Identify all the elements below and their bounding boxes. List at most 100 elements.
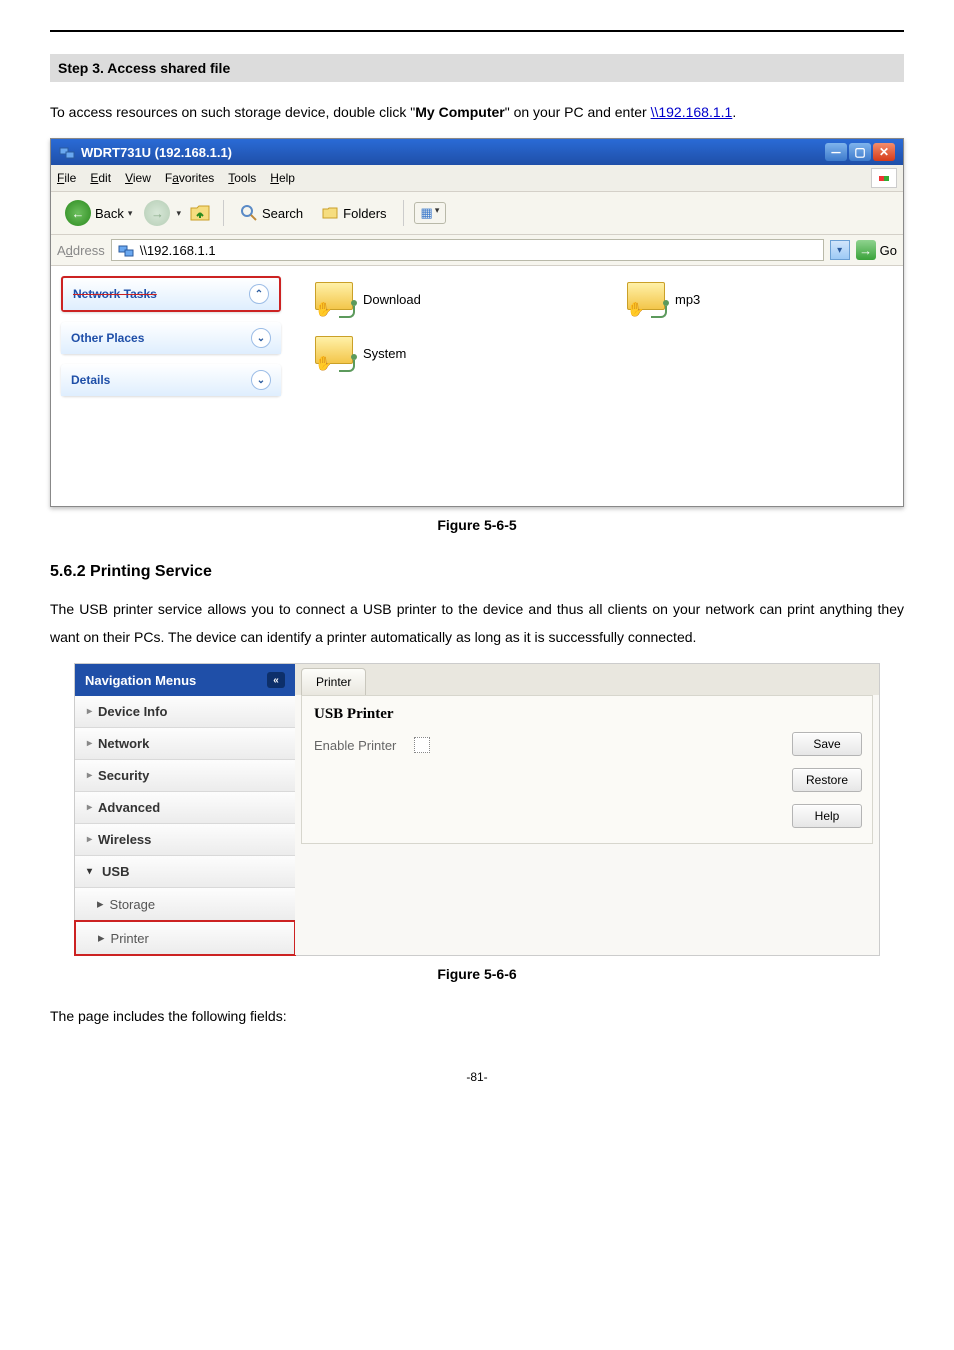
details-label: Details <box>71 373 110 387</box>
go-icon: → <box>856 240 876 260</box>
network-tasks-label: Network Tasks <box>73 287 157 301</box>
nav-device-info[interactable]: Device Info <box>75 696 295 728</box>
go-label: Go <box>880 243 897 258</box>
search-button[interactable]: Search <box>234 202 309 224</box>
share-download[interactable]: ✋ Download <box>315 282 567 316</box>
save-button[interactable]: Save <box>792 732 862 756</box>
back-icon: ← <box>65 200 91 226</box>
menu-favorites[interactable]: Favorites <box>165 171 214 185</box>
collapse-button[interactable]: « <box>267 672 285 688</box>
nav-label: Advanced <box>98 800 160 815</box>
maximize-button[interactable]: ▢ <box>849 143 871 161</box>
content-column: Printer USB Printer Enable Printer Save … <box>295 664 879 955</box>
shared-folder-icon: ✋ <box>315 336 353 370</box>
network-tasks-panel[interactable]: Network Tasks ⌃ <box>61 276 281 312</box>
dropdown-icon: ▾ <box>435 205 440 221</box>
nav-label: USB <box>102 864 129 879</box>
share-system[interactable]: ✋ System <box>315 336 567 370</box>
details-panel[interactable]: Details ⌄ <box>61 364 281 396</box>
nav-printer-highlight: ▸ Printer <box>74 920 296 956</box>
menu-file[interactable]: FFileile <box>57 171 76 185</box>
expand-icon[interactable]: ⌄ <box>251 328 271 348</box>
network-place-icon <box>59 144 75 160</box>
printer-panel: USB Printer Enable Printer Save Restore … <box>301 695 873 844</box>
nav-column: Navigation Menus « Device Info Network S… <box>75 664 295 955</box>
nav-network[interactable]: Network <box>75 728 295 760</box>
nav-security[interactable]: Security <box>75 760 295 792</box>
address-bar: Address \\192.168.1.1 ▾ → Go <box>51 235 903 266</box>
share-label: mp3 <box>675 292 700 307</box>
post-figure-text: The page includes the following fields: <box>50 1002 904 1030</box>
nav-usb[interactable]: USB <box>75 856 295 888</box>
menu-view[interactable]: View <box>125 171 151 185</box>
menu-help[interactable]: Help <box>270 171 295 185</box>
menu-edit[interactable]: Edit <box>90 171 111 185</box>
back-button[interactable]: ← Back ▾ <box>59 198 138 228</box>
share-label: Download <box>363 292 421 307</box>
intro-end: . <box>732 104 736 120</box>
address-dropdown[interactable]: ▾ <box>830 240 850 260</box>
share-mp3[interactable]: ✋ mp3 <box>627 282 879 316</box>
shared-folder-icon: ✋ <box>627 282 665 316</box>
horizontal-rule <box>50 30 904 32</box>
up-button[interactable] <box>187 200 213 226</box>
enable-printer-row: Enable Printer <box>314 737 860 753</box>
intro-post: " on your PC and enter <box>505 104 651 120</box>
page-number: -81- <box>50 1070 904 1084</box>
nav-wireless[interactable]: Wireless <box>75 824 295 856</box>
nav-advanced[interactable]: Advanced <box>75 792 295 824</box>
menu-bar: FFileile Edit View Favorites Tools Help <box>51 165 903 192</box>
folder-up-icon <box>188 201 212 225</box>
window-buttons: － ▢ ✕ <box>825 143 895 161</box>
enable-printer-label: Enable Printer <box>314 738 396 753</box>
folders-icon <box>321 204 339 222</box>
window-title-text: WDRT731U (192.168.1.1) <box>81 145 232 160</box>
tab-printer[interactable]: Printer <box>301 668 366 695</box>
restore-button[interactable]: Restore <box>792 768 862 792</box>
back-label: Back <box>95 206 124 221</box>
nav-header: Navigation Menus « <box>75 664 295 696</box>
nav-printer[interactable]: ▸ Printer <box>76 922 294 954</box>
step-heading: Step 3. Access shared file <box>50 54 904 82</box>
address-label: Address <box>57 243 105 258</box>
dropdown-icon: ▾ <box>128 208 133 219</box>
minimize-button[interactable]: － <box>825 143 847 161</box>
windows-flag-icon <box>871 168 897 188</box>
menu-tools[interactable]: Tools <box>228 171 256 185</box>
nav-label: Device Info <box>98 704 167 719</box>
folders-label: Folders <box>343 206 386 221</box>
other-places-panel[interactable]: Other Places ⌄ <box>61 322 281 354</box>
nav-storage[interactable]: ▸ Storage <box>75 888 295 921</box>
window-titlebar[interactable]: WDRT731U (192.168.1.1) － ▢ ✕ <box>51 139 903 165</box>
folders-button[interactable]: Folders <box>315 202 392 224</box>
ip-link[interactable]: \\192.168.1.1 <box>651 104 733 120</box>
expand-icon[interactable]: ⌃ <box>249 284 269 304</box>
section-heading: 5.6.2 Printing Service <box>50 563 904 581</box>
nav-label: Printer <box>111 931 149 946</box>
button-column: Save Restore Help <box>792 732 862 828</box>
forward-button[interactable]: → <box>144 200 170 226</box>
nav-label: Network <box>98 736 149 751</box>
expand-icon[interactable]: ⌄ <box>251 370 271 390</box>
help-button[interactable]: Help <box>792 804 862 828</box>
separator <box>223 200 224 226</box>
search-icon <box>240 204 258 222</box>
nav-title: Navigation Menus <box>85 673 196 688</box>
address-input[interactable]: \\192.168.1.1 <box>111 239 824 261</box>
intro-paragraph: To access resources on such storage devi… <box>50 98 904 126</box>
close-button[interactable]: ✕ <box>873 143 895 161</box>
tasks-pane: Network Tasks ⌃ Other Places ⌄ Details ⌄ <box>51 266 291 506</box>
figure-caption-2: Figure 5-6-6 <box>50 966 904 982</box>
router-ui: Navigation Menus « Device Info Network S… <box>74 663 880 956</box>
intro-pre: To access resources on such storage devi… <box>50 104 415 120</box>
address-value: \\192.168.1.1 <box>140 243 216 258</box>
nav-label: Security <box>98 768 149 783</box>
explorer-window: WDRT731U (192.168.1.1) － ▢ ✕ FFileile Ed… <box>50 138 904 507</box>
other-places-label: Other Places <box>71 331 144 345</box>
nav-label: Wireless <box>98 832 151 847</box>
printing-paragraph: The USB printer service allows you to co… <box>50 595 904 651</box>
enable-printer-checkbox[interactable] <box>414 737 430 753</box>
go-button[interactable]: → Go <box>856 240 897 260</box>
figure-caption-1: Figure 5-6-5 <box>50 517 904 533</box>
views-button[interactable]: ▦ ▾ <box>414 202 447 224</box>
